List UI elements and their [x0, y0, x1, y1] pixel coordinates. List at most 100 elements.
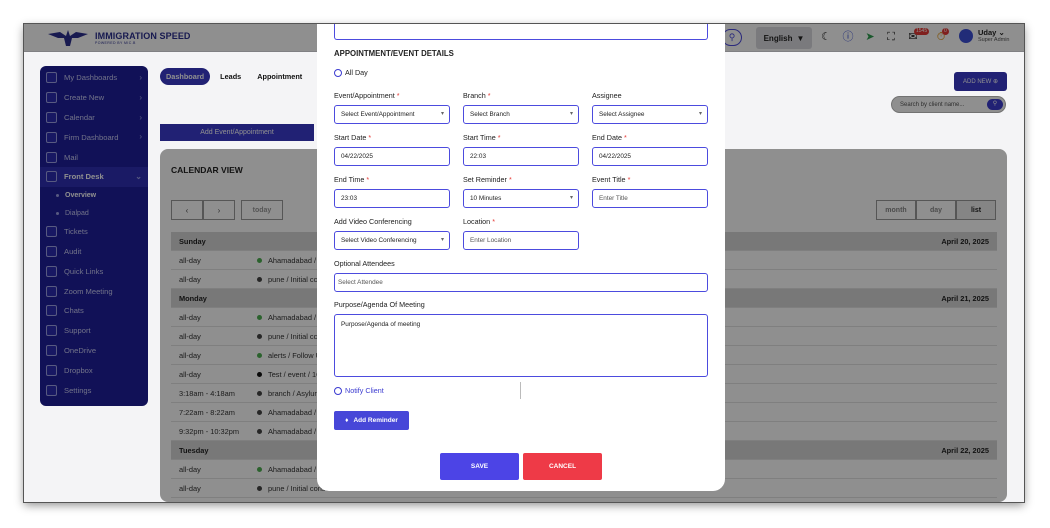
link-icon — [46, 265, 57, 277]
event-appointment-select[interactable]: Select Event/Appointment — [334, 105, 450, 124]
sidebar-item-tickets[interactable]: Tickets — [40, 222, 148, 242]
end-date-input[interactable]: 04/22/2025 — [592, 147, 708, 166]
ticket-icon — [46, 226, 57, 238]
calendar-icon — [46, 111, 57, 123]
all-day-checkbox[interactable]: All Day — [334, 68, 368, 77]
today-button[interactable]: today — [241, 200, 283, 220]
event-title: pune / Initial cc — [268, 331, 318, 341]
calendar-nav: ‹ › today — [171, 200, 283, 220]
language-selector[interactable]: English ▼ — [756, 27, 812, 49]
sidebar-item-dropbox[interactable]: Dropbox — [40, 360, 148, 380]
chat-notifications-icon[interactable]: ✉ 1545 — [906, 28, 930, 44]
sidebar-item-calendar[interactable]: Calendar › — [40, 108, 148, 128]
required-mark: * — [396, 91, 400, 100]
save-button[interactable]: SAVE — [440, 453, 519, 480]
purpose-textarea[interactable]: Purpose/Agenda of meeting — [334, 314, 708, 377]
sidebar-subitem-dialpad[interactable]: Dialpad — [40, 204, 148, 222]
add-new-button[interactable]: ADD NEW ⊕ — [954, 72, 1007, 91]
user-menu[interactable]: Uday ⌄ Super Admin — [959, 28, 1010, 43]
assignee-select[interactable]: Select Assignee — [592, 105, 708, 124]
sidebar-subitem-overview[interactable]: Overview — [40, 187, 148, 205]
cancel-button[interactable]: CANCEL — [523, 453, 602, 480]
event-title: pune / Initial cc — [268, 274, 318, 284]
sidebar-item-quick-links[interactable]: Quick Links — [40, 261, 148, 281]
event-dot-icon — [257, 371, 262, 377]
notify-client-checkbox[interactable]: Notify Client — [334, 386, 384, 395]
client-search-input[interactable]: Search by client name... ⚲ — [891, 96, 1006, 113]
bullet-icon — [56, 194, 59, 198]
event-appointment-label: Event/Appointment * — [334, 91, 400, 100]
sidebar-item-zoom-meeting[interactable]: Zoom Meeting — [40, 281, 148, 301]
sidebar-item-label: Firm Dashboard — [64, 132, 119, 142]
sidebar-item-settings[interactable]: Settings — [40, 380, 148, 400]
sidebar-item-my-dashboards[interactable]: My Dashboards › — [40, 68, 148, 88]
notification-badge: 1545 — [914, 28, 930, 35]
global-search-icon[interactable]: ⚲ — [722, 29, 742, 46]
label-text: End Time — [334, 175, 365, 184]
event-dot-icon — [257, 352, 262, 358]
optional-attendees-input[interactable]: Select Attendee — [334, 273, 708, 292]
desk-icon — [46, 171, 57, 183]
brand-tagline: POWERED BY MIC.B — [95, 41, 136, 45]
dashboard-icon — [46, 72, 57, 84]
branch-select[interactable]: Select Branch — [463, 105, 579, 124]
sidebar-item-firm-dashboard[interactable]: Firm Dashboard › — [40, 127, 148, 147]
required-mark: * — [627, 175, 631, 184]
search-icon[interactable]: ⚲ — [987, 99, 1003, 110]
timer-icon[interactable]: ⏱ 0 — [934, 28, 949, 44]
start-time-input[interactable]: 22:03 — [463, 147, 579, 166]
sidebar-item-mail[interactable]: Mail — [40, 147, 148, 167]
audit-icon — [46, 245, 57, 257]
previous-field-input[interactable] — [334, 24, 708, 40]
sidebar-item-label: Audit — [64, 246, 82, 256]
sidebar-item-support[interactable]: Support — [40, 321, 148, 341]
day-date: April 20, 2025 — [941, 236, 989, 246]
required-mark: * — [492, 217, 495, 226]
start-date-input[interactable]: 04/22/2025 — [334, 147, 450, 166]
event-time: all-day — [179, 483, 201, 493]
tab-appointment[interactable]: Appointment — [251, 68, 308, 85]
add-event-button[interactable]: Add Event/Appointment — [160, 124, 314, 141]
end-time-input[interactable]: 23:03 — [334, 189, 450, 208]
fullscreen-icon[interactable]: ⛶ — [884, 30, 898, 44]
set-reminder-select[interactable]: 10 Minutes — [463, 189, 579, 208]
sidebar-item-label: Calendar — [64, 112, 95, 122]
event-time: 7:22am - 8:22am — [179, 407, 235, 417]
required-mark: * — [508, 175, 512, 184]
view-month-button[interactable]: month — [876, 200, 916, 220]
checkbox-icon — [334, 386, 342, 395]
event-title: Ahamadabad / — [268, 407, 317, 417]
sidebar-item-onedrive[interactable]: OneDrive — [40, 341, 148, 361]
location-input[interactable]: Enter Location — [463, 231, 579, 250]
view-list-button[interactable]: list — [956, 200, 996, 220]
event-title: alerts / Follow U — [268, 350, 321, 360]
sidebar-item-audit[interactable]: Audit — [40, 242, 148, 262]
day-date: April 21, 2025 — [941, 293, 989, 303]
sidebar-item-front-desk[interactable]: Front Desk ⌄ — [40, 166, 148, 187]
dark-mode-icon[interactable]: ☾ — [819, 30, 833, 44]
view-day-button[interactable]: day — [916, 200, 956, 220]
event-time: 9:32pm - 10:32pm — [179, 426, 239, 436]
video-conferencing-select[interactable]: Select Video Conferencing — [334, 231, 450, 250]
video-icon — [46, 285, 57, 297]
all-day-label: All Day — [345, 68, 368, 77]
brand-logo[interactable]: IMMIGRATION SPEED POWERED BY MIC.B — [46, 28, 191, 48]
notify-client-label: Notify Client — [345, 386, 384, 395]
sidebar-item-create-new[interactable]: Create New › — [40, 88, 148, 108]
tab-dashboard[interactable]: Dashboard — [160, 68, 211, 85]
chevron-right-icon: › — [139, 73, 142, 82]
checkbox-icon — [334, 68, 342, 77]
megaphone-icon[interactable]: ➤ — [863, 30, 877, 44]
add-reminder-button[interactable]: ♦ Add Reminder — [334, 411, 409, 430]
sidebar-item-label: Dialpad — [65, 209, 89, 217]
sidebar-item-chats[interactable]: Chats — [40, 301, 148, 321]
event-time: all-day — [179, 255, 201, 265]
prev-button[interactable]: ‹ — [171, 200, 203, 220]
help-icon[interactable]: ⓘ — [841, 30, 855, 44]
calendar-title: CALENDAR VIEW — [171, 165, 243, 175]
next-button[interactable]: › — [203, 200, 235, 220]
tab-leads[interactable]: Leads — [214, 68, 247, 85]
event-time: all-day — [179, 369, 201, 379]
event-title-input[interactable]: Enter Title — [592, 189, 708, 208]
chat-icon — [46, 305, 57, 317]
